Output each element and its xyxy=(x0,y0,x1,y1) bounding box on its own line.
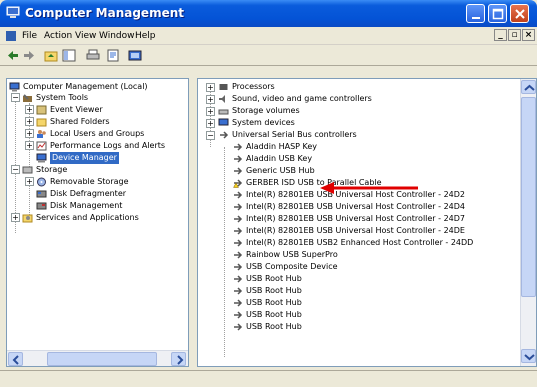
scroll-right-button[interactable] xyxy=(171,352,186,366)
disk-defragmenter-icon xyxy=(36,190,47,198)
properties-icon[interactable] xyxy=(106,49,120,62)
close-icon xyxy=(515,9,525,19)
maximize-button[interactable] xyxy=(488,4,507,23)
scan-hardware-icon[interactable] xyxy=(128,49,142,62)
close-button[interactable] xyxy=(510,4,529,23)
usb-plug-icon xyxy=(234,227,243,235)
expand-toggle[interactable]: + xyxy=(25,117,34,126)
shared-folder-icon xyxy=(36,118,47,127)
selected-node-label: Device Manager xyxy=(50,152,119,164)
system-device-icon xyxy=(218,118,229,126)
computer-management-window: Computer Management File Action View Win… xyxy=(0,0,537,387)
usb-plug-icon xyxy=(234,275,243,283)
print-icon[interactable] xyxy=(86,49,100,62)
expand-toggle[interactable]: + xyxy=(206,83,215,92)
vertical-scrollbar[interactable] xyxy=(520,79,536,366)
expand-toggle[interactable]: + xyxy=(25,129,34,138)
usb-plug-icon xyxy=(234,155,243,163)
forward-arrow-icon[interactable] xyxy=(22,49,36,62)
menu-bar: File Action View Window Help _ ▫ × xyxy=(0,27,537,45)
usb-plug-icon xyxy=(234,263,243,271)
tree-line xyxy=(15,93,16,233)
usb-plug-icon xyxy=(234,287,243,295)
usb-plug-icon xyxy=(220,131,229,139)
scroll-thumb[interactable] xyxy=(521,97,536,297)
mdi-minimize-button[interactable]: _ xyxy=(494,29,507,41)
status-bar xyxy=(0,370,537,387)
title-bar[interactable]: Computer Management xyxy=(0,0,537,27)
expand-toggle[interactable]: + xyxy=(206,119,215,128)
performance-icon xyxy=(36,141,47,151)
usb-plug-icon xyxy=(234,167,243,175)
annotation-arrow-icon xyxy=(320,182,418,194)
minimize-icon xyxy=(472,17,480,19)
usb-plug-icon xyxy=(234,215,243,223)
scroll-left-button[interactable] xyxy=(8,352,23,366)
minimize-button[interactable] xyxy=(466,4,485,23)
expand-toggle[interactable]: + xyxy=(25,105,34,114)
warning-icon xyxy=(233,179,243,188)
chevron-up-icon xyxy=(524,84,535,91)
collapse-toggle[interactable]: − xyxy=(206,131,215,140)
usb-plug-icon xyxy=(234,251,243,259)
device-manager-icon xyxy=(36,153,47,163)
scroll-up-button[interactable] xyxy=(521,80,536,94)
computer-management-icon xyxy=(6,6,20,18)
mdi-restore-button[interactable]: ▫ xyxy=(508,29,521,41)
console-tree-pane[interactable]: Computer Management (Local) − System Too… xyxy=(6,78,189,367)
expand-toggle[interactable]: + xyxy=(25,141,34,150)
speaker-icon xyxy=(219,95,225,103)
mdi-controls: _ ▫ × xyxy=(494,29,535,41)
usb-plug-icon xyxy=(234,323,243,331)
usb-plug-icon xyxy=(234,191,243,199)
expand-toggle[interactable]: + xyxy=(206,95,215,104)
processor-icon xyxy=(219,84,228,90)
menu-view[interactable]: View xyxy=(75,31,96,41)
chevron-right-icon xyxy=(177,355,184,365)
scroll-down-button[interactable] xyxy=(521,349,536,363)
menu-window[interactable]: Window xyxy=(99,31,135,41)
chevron-down-icon xyxy=(524,354,535,361)
tree-line xyxy=(224,147,225,357)
disk-management-icon xyxy=(36,202,47,210)
maximize-icon xyxy=(492,8,504,20)
usb-plug-icon xyxy=(234,203,243,211)
expand-toggle[interactable]: + xyxy=(25,177,34,186)
mdi-close-button[interactable]: × xyxy=(522,29,535,41)
expand-toggle[interactable]: + xyxy=(11,213,20,222)
menu-file[interactable]: File xyxy=(22,31,37,41)
collapse-toggle[interactable]: − xyxy=(11,165,20,174)
up-folder-icon[interactable] xyxy=(44,49,58,62)
storage-volume-icon xyxy=(218,109,229,115)
show-hide-tree-icon[interactable] xyxy=(62,49,76,62)
scroll-thumb[interactable] xyxy=(47,352,157,366)
system-tools-icon xyxy=(23,94,32,102)
menu-help[interactable]: Help xyxy=(135,31,156,41)
usb-plug-icon xyxy=(234,143,243,151)
device-list-pane[interactable]: + Processors + Sound, video and game con… xyxy=(197,78,537,367)
collapse-toggle[interactable]: − xyxy=(11,93,20,102)
storage-icon xyxy=(22,166,33,174)
services-icon xyxy=(22,214,33,223)
mmc-icon[interactable] xyxy=(6,31,16,41)
horizontal-scrollbar[interactable] xyxy=(7,350,188,366)
expand-toggle[interactable]: + xyxy=(206,107,215,116)
users-icon xyxy=(37,130,46,138)
back-arrow-icon[interactable] xyxy=(6,49,20,62)
chevron-left-icon xyxy=(12,355,19,365)
menu-action[interactable]: Action xyxy=(44,31,72,41)
removable-storage-icon xyxy=(37,177,46,187)
computer-icon xyxy=(9,82,20,92)
toolbar xyxy=(0,46,537,66)
window-title: Computer Management xyxy=(25,6,184,20)
usb-plug-icon xyxy=(234,299,243,307)
event-viewer-icon xyxy=(36,105,47,115)
usb-plug-icon xyxy=(234,311,243,319)
usb-plug-icon xyxy=(234,239,243,247)
